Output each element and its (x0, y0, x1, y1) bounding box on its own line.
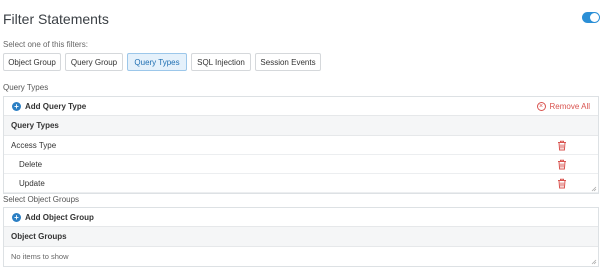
add-object-group-button[interactable]: + Add Object Group (12, 212, 94, 222)
add-object-group-label: Add Object Group (25, 212, 94, 222)
filters-hint: Select one of this filters: (3, 40, 88, 49)
query-type-cell: Delete (19, 159, 43, 169)
object-groups-toolbar: + Add Object Group (4, 208, 598, 227)
table-row: Delete (4, 155, 598, 174)
query-type-cell: Access Type (11, 140, 57, 150)
add-query-type-label: Add Query Type (25, 101, 87, 111)
object-groups-section-label: Select Object Groups (3, 195, 80, 204)
plus-circle-icon: + (12, 212, 21, 222)
remove-all-label: Remove All (549, 102, 590, 111)
trash-icon[interactable] (557, 178, 567, 189)
toggle-knob (590, 13, 599, 22)
query-types-column-header: Query Types (4, 116, 598, 136)
resize-handle-icon[interactable] (591, 259, 597, 265)
add-query-type-button[interactable]: + Add Query Type (12, 101, 87, 111)
tab-query-types[interactable]: Query Types (127, 53, 187, 71)
plus-circle-icon: + (12, 101, 21, 111)
filter-enabled-toggle[interactable] (582, 12, 600, 23)
tab-sql-injection[interactable]: SQL Injection (191, 53, 251, 71)
filter-tabs: Object Group Query Group Query Types SQL… (3, 53, 325, 71)
trash-icon[interactable] (557, 159, 567, 170)
table-row: Update (4, 174, 598, 193)
object-groups-column-header: Object Groups (4, 227, 598, 247)
remove-circle-icon: × (536, 102, 546, 111)
query-type-cell: Update (19, 178, 45, 188)
query-types-section-label: Query Types (3, 83, 49, 92)
query-types-panel: + Add Query Type × Remove All Query Type… (3, 96, 599, 194)
resize-handle-icon[interactable] (591, 186, 597, 192)
empty-state-text: No items to show (11, 252, 69, 261)
tab-query-group[interactable]: Query Group (65, 53, 123, 71)
tab-object-group[interactable]: Object Group (3, 53, 61, 71)
object-groups-panel: + Add Object Group Object Groups No item… (3, 207, 599, 267)
tab-session-events[interactable]: Session Events (255, 53, 321, 71)
trash-icon[interactable] (557, 140, 567, 151)
query-types-toolbar: + Add Query Type × Remove All (4, 97, 598, 116)
table-row: Access Type (4, 136, 598, 155)
page-title: Filter Statements (3, 11, 109, 27)
remove-all-button[interactable]: × Remove All (536, 97, 590, 116)
